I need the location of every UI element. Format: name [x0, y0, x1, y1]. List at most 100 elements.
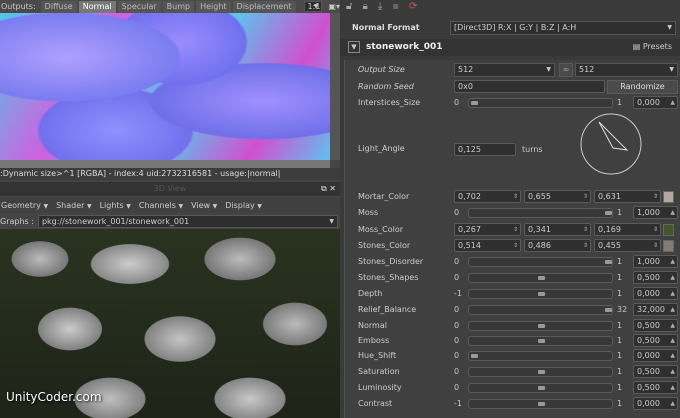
- spinner-icon[interactable]: ▲: [670, 350, 675, 361]
- interstices-size-input[interactable]: 0,000 ▲: [633, 96, 678, 109]
- stones-disorder-slider[interactable]: [468, 257, 613, 267]
- refresh-icon[interactable]: ⟳: [409, 1, 417, 12]
- output-tab-height[interactable]: Height: [196, 0, 231, 13]
- spinner-icon[interactable]: ⇕: [653, 240, 658, 251]
- slider-handle[interactable]: [605, 260, 612, 264]
- stones-color-r-input[interactable]: 0,514 ⇕: [454, 239, 521, 252]
- depth-input[interactable]: 0,000 ▲: [633, 287, 678, 300]
- output-tab-displacement[interactable]: Displacement: [232, 0, 296, 13]
- slider-handle[interactable]: [605, 211, 612, 215]
- spinner-icon[interactable]: ▲: [670, 304, 675, 315]
- menu-channels[interactable]: Channels ▼: [139, 201, 183, 210]
- unlock-icon[interactable]: 🔓︎: [346, 1, 352, 12]
- spinner-icon[interactable]: ▲: [670, 335, 675, 346]
- relief-balance-slider[interactable]: [468, 305, 613, 315]
- spinner-icon[interactable]: ⇕: [513, 224, 518, 235]
- stones-color-g-input[interactable]: 0,486 ⇕: [524, 239, 591, 252]
- normal-map-preview[interactable]: [0, 13, 330, 160]
- slider-handle[interactable]: [538, 386, 545, 390]
- luminosity-input[interactable]: 0,500 ▲: [633, 381, 678, 394]
- mortar-color-g-input[interactable]: 0,655 ⇕: [524, 190, 591, 203]
- spinner-icon[interactable]: ▲: [670, 272, 675, 283]
- stones-shapes-input[interactable]: 0,500 ▲: [633, 271, 678, 284]
- presets-button[interactable]: ▤ Presets: [633, 42, 672, 51]
- light-angle-input[interactable]: 0,125: [454, 143, 516, 156]
- link-icon[interactable]: ⤓: [378, 1, 382, 12]
- slider-handle[interactable]: [538, 402, 545, 406]
- spinner-icon[interactable]: ▲: [670, 366, 675, 377]
- stones-disorder-input[interactable]: 1,000 ▲: [633, 255, 678, 268]
- mortar-color-r-input[interactable]: 0,702 ⇕: [454, 190, 521, 203]
- spinner-icon[interactable]: ⇕: [583, 240, 588, 251]
- spinner-icon[interactable]: ▲: [670, 382, 675, 393]
- slider-handle[interactable]: [538, 276, 545, 280]
- mortar-color-swatch[interactable]: [663, 191, 674, 203]
- moss-color-r-input[interactable]: 0,267 ⇕: [454, 223, 521, 236]
- menu-geometry[interactable]: Geometry ▼: [1, 201, 48, 210]
- slider-handle[interactable]: [471, 354, 478, 358]
- saturation-input[interactable]: 0,500 ▲: [633, 365, 678, 378]
- contrast-input[interactable]: 0,000 ▲: [633, 397, 678, 410]
- stones-shapes-slider[interactable]: [468, 273, 613, 283]
- stones-color-b-input[interactable]: 0,455 ⇕: [594, 239, 661, 252]
- spinner-icon[interactable]: ▲: [670, 288, 675, 299]
- moss-color-g-input[interactable]: 0,341 ⇕: [524, 223, 591, 236]
- spinner-icon[interactable]: ⇕: [583, 191, 588, 202]
- randomize-button[interactable]: Randomize: [607, 80, 678, 94]
- luminosity-slider[interactable]: [468, 383, 613, 393]
- spinner-icon[interactable]: ▲: [670, 97, 675, 108]
- light-angle-dial[interactable]: [579, 112, 643, 176]
- output-tab-specular[interactable]: Specular: [117, 0, 161, 13]
- normal-slider[interactable]: [468, 321, 613, 331]
- moss-color-swatch[interactable]: [663, 224, 674, 236]
- layout-icon[interactable]: ▣▾: [328, 2, 340, 11]
- link-size-toggle[interactable]: ∞: [559, 63, 573, 77]
- spinner-icon[interactable]: ⇕: [653, 191, 658, 202]
- normal-format-select[interactable]: [Direct3D] R:X | G:Y | B:Z | A:H ▼: [450, 21, 676, 35]
- hue-shift-input[interactable]: 0,000 ▲: [633, 349, 678, 362]
- output-height-select[interactable]: 512 ▼: [575, 63, 678, 77]
- collapse-toggle[interactable]: ▼: [348, 41, 360, 53]
- slider-handle[interactable]: [605, 308, 612, 312]
- spinner-icon[interactable]: ▲: [670, 320, 675, 331]
- emboss-input[interactable]: 0,500 ▲: [633, 334, 678, 347]
- hue-shift-slider[interactable]: [468, 351, 613, 361]
- output-width-select[interactable]: 512 ▼: [454, 63, 555, 77]
- graphs-select[interactable]: pkg://stonework_001/stonework_001 ▼: [37, 214, 338, 228]
- close-icon[interactable]: ✕: [329, 184, 336, 193]
- float-icon[interactable]: ⧉: [321, 184, 327, 193]
- vertical-scrollbar[interactable]: [330, 13, 340, 160]
- output-tab-diffuse[interactable]: Diffuse: [40, 0, 77, 13]
- moss-slider[interactable]: [468, 208, 613, 218]
- spinner-icon[interactable]: ⇕: [583, 224, 588, 235]
- output-tab-bump[interactable]: Bump: [162, 0, 195, 13]
- horizontal-scrollbar[interactable]: [0, 160, 330, 168]
- moss-color-b-input[interactable]: 0,169 ⇕: [594, 223, 661, 236]
- spinner-icon[interactable]: ⇕: [513, 240, 518, 251]
- spinner-icon[interactable]: ▲: [670, 207, 675, 218]
- slider-handle[interactable]: [538, 339, 545, 343]
- interstices-size-slider[interactable]: [468, 98, 613, 108]
- normal-input[interactable]: 0,500 ▲: [633, 319, 678, 332]
- spinner-icon[interactable]: ⇕: [513, 191, 518, 202]
- spinner-icon[interactable]: ▲: [670, 256, 675, 267]
- slider-handle[interactable]: [538, 292, 545, 296]
- slider-handle[interactable]: [538, 370, 545, 374]
- stones-color-swatch[interactable]: [663, 240, 674, 252]
- saturation-slider[interactable]: [468, 367, 613, 377]
- output-tab-normal[interactable]: Normal: [78, 0, 116, 13]
- spinner-icon[interactable]: ▲: [670, 398, 675, 409]
- slider-handle[interactable]: [538, 324, 545, 328]
- menu-display[interactable]: Display ▼: [225, 201, 262, 210]
- random-seed-input[interactable]: 0x0: [454, 80, 605, 93]
- moss-input[interactable]: 1,000 ▲: [633, 206, 678, 219]
- depth-slider[interactable]: [468, 289, 613, 299]
- menu-view[interactable]: View ▼: [191, 201, 217, 210]
- menu-shader[interactable]: Shader ▼: [56, 201, 92, 210]
- emboss-slider[interactable]: [468, 336, 613, 346]
- lock-icon[interactable]: 🔒︎: [362, 1, 367, 12]
- slider-handle[interactable]: [471, 101, 478, 105]
- contrast-slider[interactable]: [468, 399, 613, 409]
- relief-balance-input[interactable]: 32,000 ▲: [633, 303, 678, 316]
- dial-needle[interactable]: [598, 121, 629, 151]
